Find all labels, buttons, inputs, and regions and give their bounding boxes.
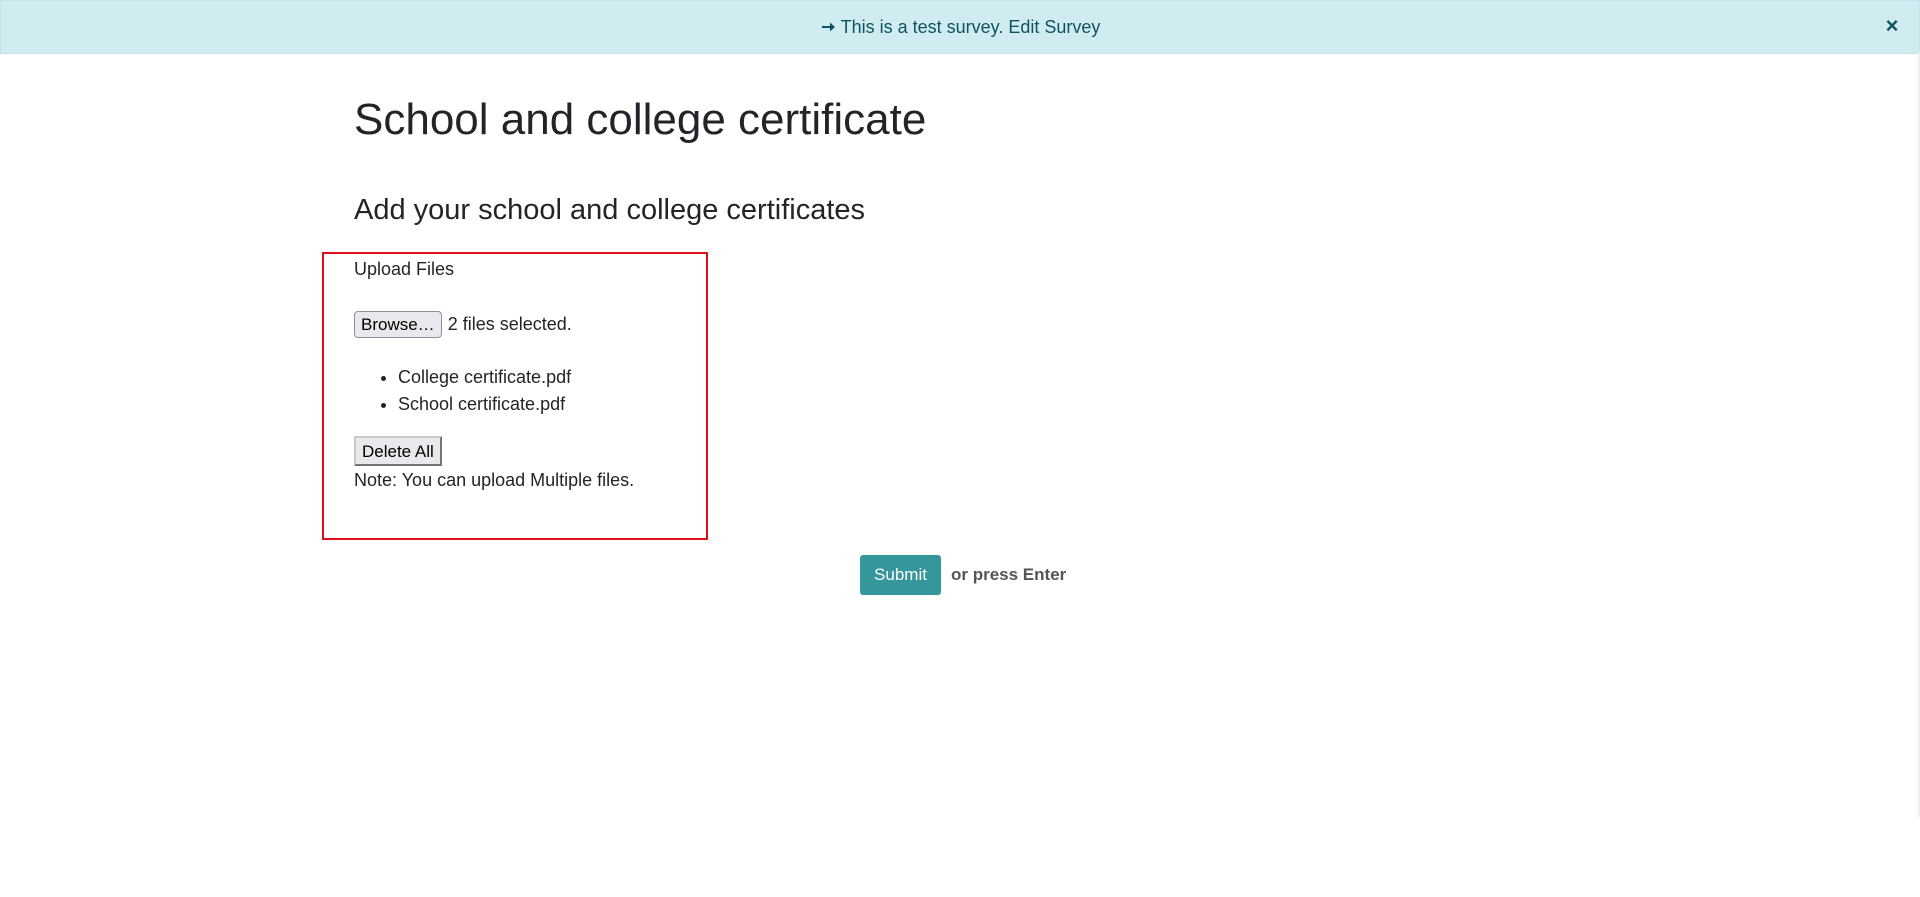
banner-text: This is a test survey. (840, 16, 1004, 37)
files-selected-text: 2 files selected. (447, 314, 572, 334)
arrow-right-icon (820, 19, 836, 35)
submit-row: Submit or press Enter (860, 555, 1066, 595)
browse-button[interactable]: Browse… (354, 311, 442, 338)
banner-message: This is a test survey. Edit Survey (820, 16, 1100, 38)
delete-all-button[interactable]: Delete All (354, 436, 442, 466)
file-list: College certificate.pdf School certifica… (354, 364, 571, 418)
edit-survey-link[interactable]: Edit Survey (1008, 17, 1100, 38)
question-label: Upload Files (354, 259, 455, 279)
list-item: School certificate.pdf (398, 391, 571, 418)
close-icon[interactable]: × (1881, 15, 1903, 37)
file-input-row: Browse… 2 files selected. (354, 311, 572, 338)
press-enter-hint: or press Enter (951, 565, 1067, 584)
submit-button[interactable]: Submit (860, 555, 941, 595)
test-survey-banner: This is a test survey. Edit Survey × (0, 0, 1920, 54)
upload-note: Note: You can upload Multiple files. (354, 470, 635, 490)
page-title: School and college certificate (354, 95, 927, 144)
list-item: College certificate.pdf (398, 364, 571, 391)
section-title: Add your school and college certificates (354, 194, 866, 226)
